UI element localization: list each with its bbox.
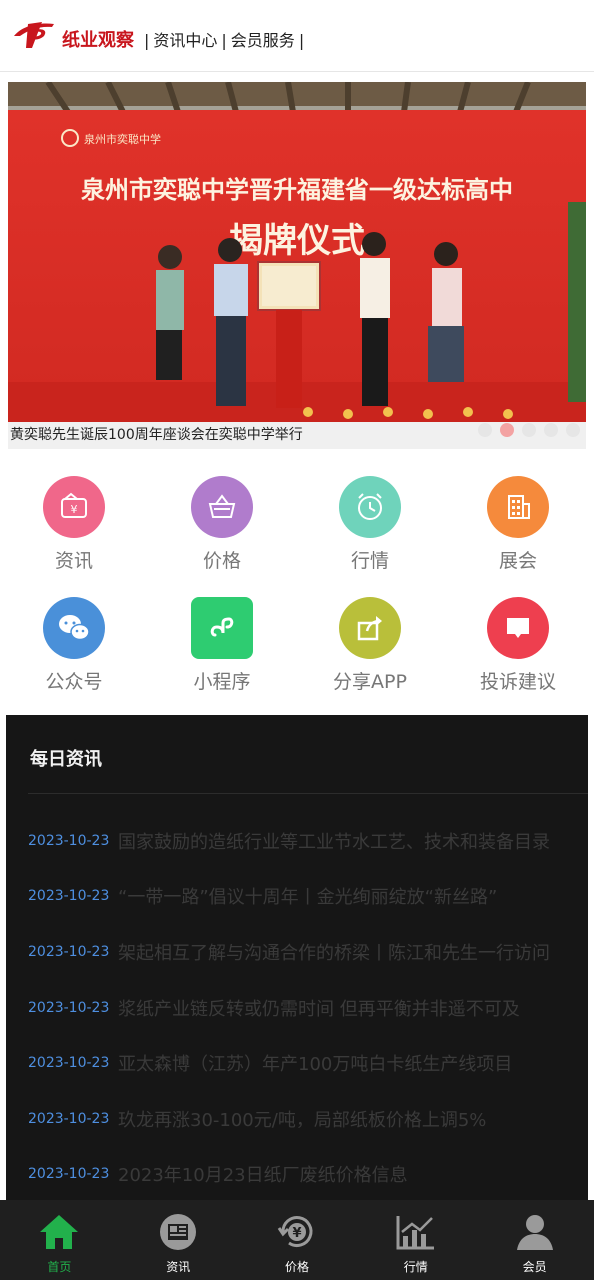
news-date: 2023-10-23 xyxy=(28,1110,110,1127)
tab-price[interactable]: ¥ 价格 xyxy=(238,1200,357,1280)
nav-separator: | xyxy=(144,31,150,50)
news-headline[interactable]: 2023年10月23日纸厂废纸价格信息 xyxy=(118,1161,568,1187)
tab-member[interactable]: 会员 xyxy=(475,1200,594,1280)
news-date: 2023-10-23 xyxy=(28,999,110,1016)
nav-item-news-center[interactable]: 资讯中心 xyxy=(153,28,217,54)
news-headline[interactable]: “一带一路”倡议十周年丨金光绚丽绽放“新丝路” xyxy=(118,883,568,909)
news-date: 2023-10-23 xyxy=(28,832,110,849)
yuan-cycle-icon: ¥ xyxy=(277,1216,313,1247)
shortcut-label: 小程序 xyxy=(193,671,251,693)
shortcut-market[interactable]: 行情 xyxy=(296,470,444,590)
header: 纸业观察 | 资讯中心 | 会员服务 | xyxy=(0,0,594,72)
news-list: 2023-10-23 国家鼓励的造纸行业等工业节水工艺、技术和装备目录 2023… xyxy=(28,813,568,1202)
home-icon xyxy=(40,1215,79,1249)
trend-chart-icon xyxy=(396,1216,434,1250)
shortcut-complaint[interactable]: 投诉建议 xyxy=(444,591,592,711)
tab-market[interactable]: 行情 xyxy=(356,1200,475,1280)
tab-label: 会员 xyxy=(522,1260,547,1274)
carousel-dot[interactable] xyxy=(478,423,492,437)
banner-photo-text: 泉州市奕聪中学晋升福建省一级达标高中 xyxy=(81,175,513,204)
shortcut-label: 公众号 xyxy=(45,671,103,693)
carousel-dot[interactable] xyxy=(544,423,558,437)
banner-carousel[interactable]: 泉州市奕聪中学 泉州市奕聪中学晋升福建省一级达标高中 揭牌仪式 黄奕聪先生诞辰1… xyxy=(8,82,586,449)
news-headline[interactable]: 玖龙再涨30-100元/吨，局部纸板价格上调5% xyxy=(118,1106,568,1132)
tab-home[interactable]: 首页 xyxy=(0,1200,119,1280)
carousel-dot-active[interactable] xyxy=(500,423,514,437)
carousel-dot[interactable] xyxy=(566,423,580,437)
shortcut-label: 投诉建议 xyxy=(479,671,556,693)
alarm-clock-icon xyxy=(339,476,401,538)
shortcut-news[interactable]: ¥ 资讯 xyxy=(0,470,148,590)
newspaper-icon xyxy=(160,1214,197,1250)
basket-icon xyxy=(191,476,253,538)
divider xyxy=(28,793,588,794)
banner-photo-subtext: 揭牌仪式 xyxy=(229,221,365,261)
svg-text:¥: ¥ xyxy=(292,1226,301,1241)
shortcut-share-app[interactable]: 分享APP xyxy=(296,591,444,711)
logo-icon[interactable] xyxy=(12,18,56,50)
news-item[interactable]: 2023-10-23 浆纸产业链反转或仍需时间 但再平衡并非遥不可及 xyxy=(28,980,568,1036)
mini-program-icon xyxy=(191,597,253,659)
nav-separator: | xyxy=(221,31,227,50)
news-headline[interactable]: 浆纸产业链反转或仍需时间 但再平衡并非遥不可及 xyxy=(118,995,568,1021)
bottom-tab-bar: 首页 资讯 ¥ 价格 行情 会员 xyxy=(0,1200,594,1280)
top-nav: | 资讯中心 | 会员服务 | xyxy=(140,28,308,54)
banner-photo[interactable]: 泉州市奕聪中学 泉州市奕聪中学晋升福建省一级达标高中 揭牌仪式 xyxy=(8,82,586,422)
shortcut-label: 分享APP xyxy=(333,671,407,693)
shortcut-price[interactable]: 价格 xyxy=(148,470,296,590)
svg-text:泉州市奕聪中学: 泉州市奕聪中学 xyxy=(84,132,161,146)
svg-text:¥: ¥ xyxy=(71,503,78,516)
news-item[interactable]: 2023-10-23 玖龙再涨30-100元/吨，局部纸板价格上调5% xyxy=(28,1091,568,1147)
tab-label: 行情 xyxy=(403,1260,428,1274)
news-item[interactable]: 2023-10-23 架起相互了解与沟通合作的桥梁丨陈江和先生一行访问 xyxy=(28,924,568,980)
news-headline[interactable]: 国家鼓励的造纸行业等工业节水工艺、技术和装备目录 xyxy=(118,828,568,854)
nav-separator: | xyxy=(298,31,305,50)
tab-label: 资讯 xyxy=(166,1260,191,1274)
shortcut-expo[interactable]: 展会 xyxy=(444,470,592,590)
shortcut-label: 资讯 xyxy=(54,550,93,572)
nav-item-member-service[interactable]: 会员服务 xyxy=(231,28,295,54)
brand-title[interactable]: 纸业观察 xyxy=(62,28,134,54)
wechat-icon xyxy=(43,597,105,659)
carousel-indicator xyxy=(478,423,580,437)
shortcut-mini-program[interactable]: 小程序 xyxy=(148,591,296,711)
news-date: 2023-10-23 xyxy=(28,943,110,960)
news-date: 2023-10-23 xyxy=(28,888,110,905)
daily-news-section: 每日资讯 2023-10-23 国家鼓励的造纸行业等工业节水工艺、技术和装备目录… xyxy=(6,715,588,1205)
news-item[interactable]: 2023-10-23 国家鼓励的造纸行业等工业节水工艺、技术和装备目录 xyxy=(28,813,568,869)
news-item[interactable]: 2023-10-23 2023年10月23日纸厂废纸价格信息 xyxy=(28,1147,568,1203)
news-icon: ¥ xyxy=(43,476,105,538)
user-icon xyxy=(516,1215,553,1250)
news-headline[interactable]: 亚太森博（江苏）年产100万吨白卡纸生产线项目 xyxy=(118,1050,568,1076)
carousel-dot[interactable] xyxy=(522,423,536,437)
daily-news-title: 每日资讯 xyxy=(30,749,102,770)
tab-label: 首页 xyxy=(47,1260,72,1274)
news-item[interactable]: 2023-10-23 “一带一路”倡议十周年丨金光绚丽绽放“新丝路” xyxy=(28,869,568,925)
message-icon xyxy=(487,597,549,659)
tab-news[interactable]: 资讯 xyxy=(119,1200,238,1280)
news-item[interactable]: 2023-10-23 亚太森博（江苏）年产100万吨白卡纸生产线项目 xyxy=(28,1035,568,1091)
share-icon xyxy=(339,597,401,659)
building-icon xyxy=(487,476,549,538)
news-date: 2023-10-23 xyxy=(28,1055,110,1072)
shortcut-grid: ¥ 资讯 价格 行情 展会 公众号 小程序 分享APP 投诉建议 xyxy=(0,470,594,710)
news-headline[interactable]: 架起相互了解与沟通合作的桥梁丨陈江和先生一行访问 xyxy=(118,939,568,965)
shortcut-official-account[interactable]: 公众号 xyxy=(0,591,148,711)
tab-label: 价格 xyxy=(284,1260,309,1274)
shortcut-label: 价格 xyxy=(202,550,241,572)
shortcut-label: 展会 xyxy=(498,550,537,572)
news-date: 2023-10-23 xyxy=(28,1166,110,1183)
shortcut-label: 行情 xyxy=(350,550,389,572)
